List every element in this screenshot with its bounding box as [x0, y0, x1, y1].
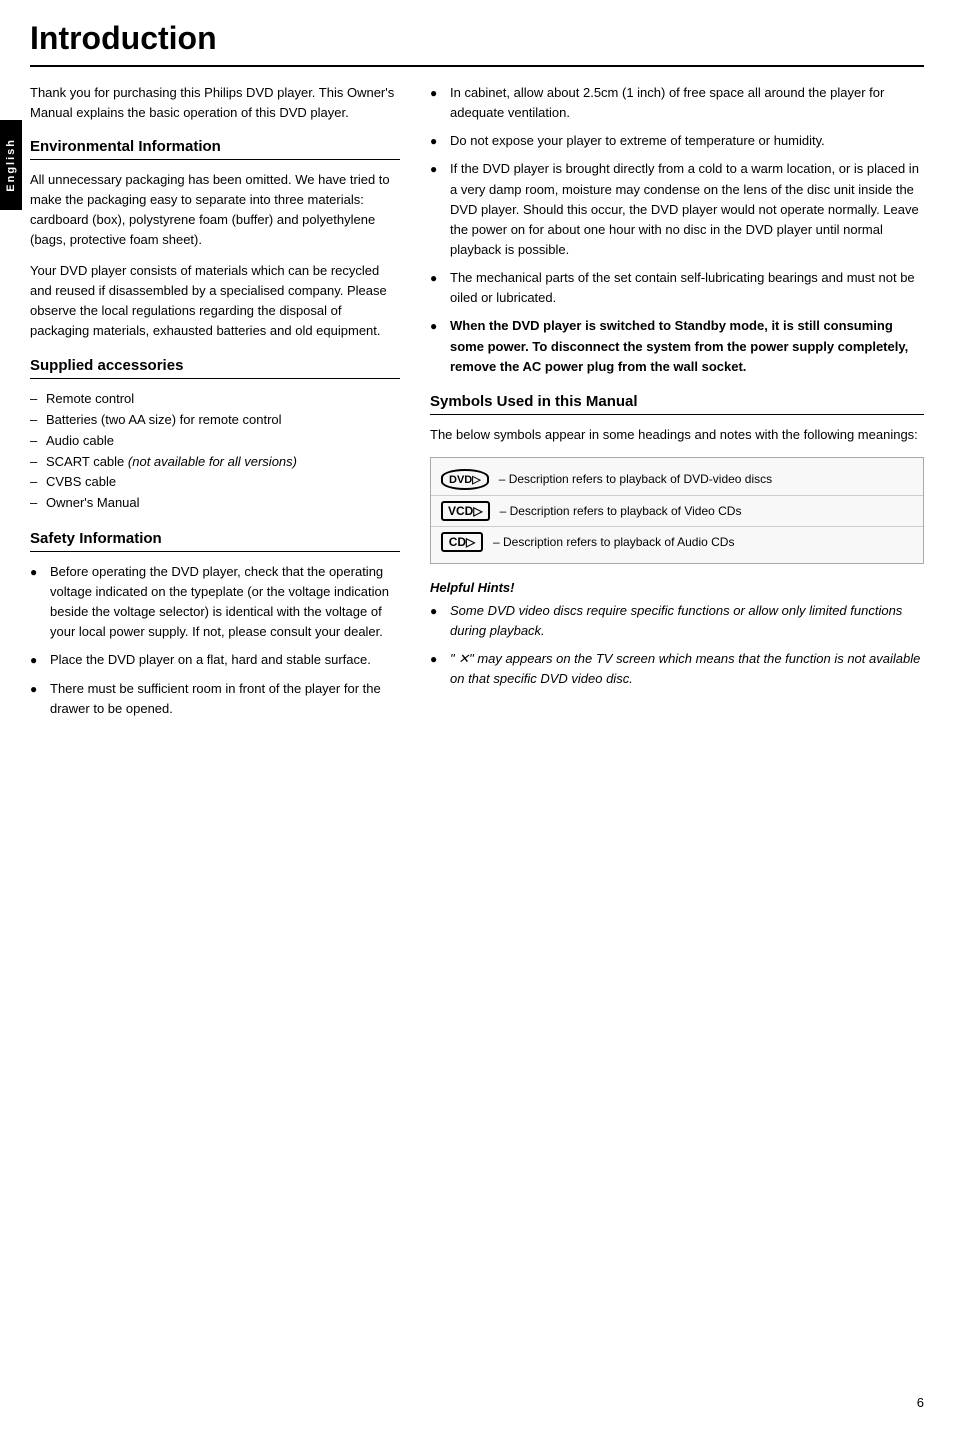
cd-desc: – Description refers to playback of Audi…	[493, 535, 734, 549]
vcd-badge: VCD▷	[441, 501, 490, 521]
symbols-heading: Symbols Used in this Manual	[430, 393, 924, 415]
environmental-heading: Environmental Information	[30, 138, 400, 160]
list-item: Batteries (two AA size) for remote contr…	[30, 410, 400, 431]
list-item: If the DVD player is brought directly fr…	[430, 159, 924, 260]
list-item: Before operating the DVD player, check t…	[30, 562, 400, 643]
two-column-layout: Thank you for purchasing this Philips DV…	[30, 83, 924, 735]
helpful-hints-section: Helpful Hints! Some DVD video discs requ…	[430, 580, 924, 690]
list-item: Remote control	[30, 389, 400, 410]
supplied-list: Remote control Batteries (two AA size) f…	[30, 389, 400, 514]
list-item: Audio cable	[30, 431, 400, 452]
symbols-intro: The below symbols appear in some heading…	[430, 425, 924, 445]
list-item: " ✕" may appears on the TV screen which …	[430, 649, 924, 689]
symbol-row-dvd: DVD▷ – Description refers to playback of…	[431, 464, 923, 496]
italic-text: (not available for all versions)	[128, 454, 297, 469]
page-title: Introduction	[30, 20, 924, 67]
page-number: 6	[917, 1395, 924, 1410]
left-column: Thank you for purchasing this Philips DV…	[30, 83, 400, 735]
cd-badge: CD▷	[441, 532, 483, 552]
list-item-bold: When the DVD player is switched to Stand…	[430, 316, 924, 376]
list-item: There must be sufficient room in front o…	[30, 679, 400, 719]
right-safety-bullets: In cabinet, allow about 2.5cm (1 inch) o…	[430, 83, 924, 377]
list-item: CVBS cable	[30, 472, 400, 493]
helpful-hints-list: Some DVD video discs require specific fu…	[430, 601, 924, 690]
list-item: Do not expose your player to extreme of …	[430, 131, 924, 151]
list-item: Owner's Manual	[30, 493, 400, 514]
list-item: The mechanical parts of the set contain …	[430, 268, 924, 308]
dvd-badge: DVD▷	[441, 469, 489, 490]
safety-heading: Safety Information	[30, 530, 400, 552]
safety-section: Safety Information Before operating the …	[30, 530, 400, 719]
symbols-table: DVD▷ – Description refers to playback of…	[430, 457, 924, 564]
safety-bullet-list: Before operating the DVD player, check t…	[30, 562, 400, 719]
side-tab-label: English	[5, 138, 17, 192]
right-bullet-list: In cabinet, allow about 2.5cm (1 inch) o…	[430, 83, 924, 377]
environmental-para2: Your DVD player consists of materials wh…	[30, 261, 400, 342]
list-item: Place the DVD player on a flat, hard and…	[30, 650, 400, 670]
content-area: Introduction Thank you for purchasing th…	[30, 0, 924, 735]
symbols-section: Symbols Used in this Manual The below sy…	[430, 393, 924, 564]
supplied-heading: Supplied accessories	[30, 357, 400, 379]
list-item: Some DVD video discs require specific fu…	[430, 601, 924, 641]
right-column: In cabinet, allow about 2.5cm (1 inch) o…	[430, 83, 924, 735]
intro-paragraph: Thank you for purchasing this Philips DV…	[30, 83, 400, 122]
supplied-section: Supplied accessories Remote control Batt…	[30, 357, 400, 514]
environmental-section: Environmental Information All unnecessar…	[30, 138, 400, 341]
page-wrapper: English Introduction Thank you for purch…	[0, 0, 954, 1430]
side-tab: English	[0, 120, 22, 210]
vcd-desc: – Description refers to playback of Vide…	[500, 504, 742, 518]
symbol-row-cd: CD▷ – Description refers to playback of …	[431, 527, 923, 557]
dvd-desc: – Description refers to playback of DVD-…	[499, 472, 772, 486]
list-item: In cabinet, allow about 2.5cm (1 inch) o…	[430, 83, 924, 123]
list-item: SCART cable (not available for all versi…	[30, 452, 400, 473]
environmental-para1: All unnecessary packaging has been omitt…	[30, 170, 400, 251]
symbol-row-vcd: VCD▷ – Description refers to playback of…	[431, 496, 923, 527]
helpful-hints-title: Helpful Hints!	[430, 580, 924, 595]
